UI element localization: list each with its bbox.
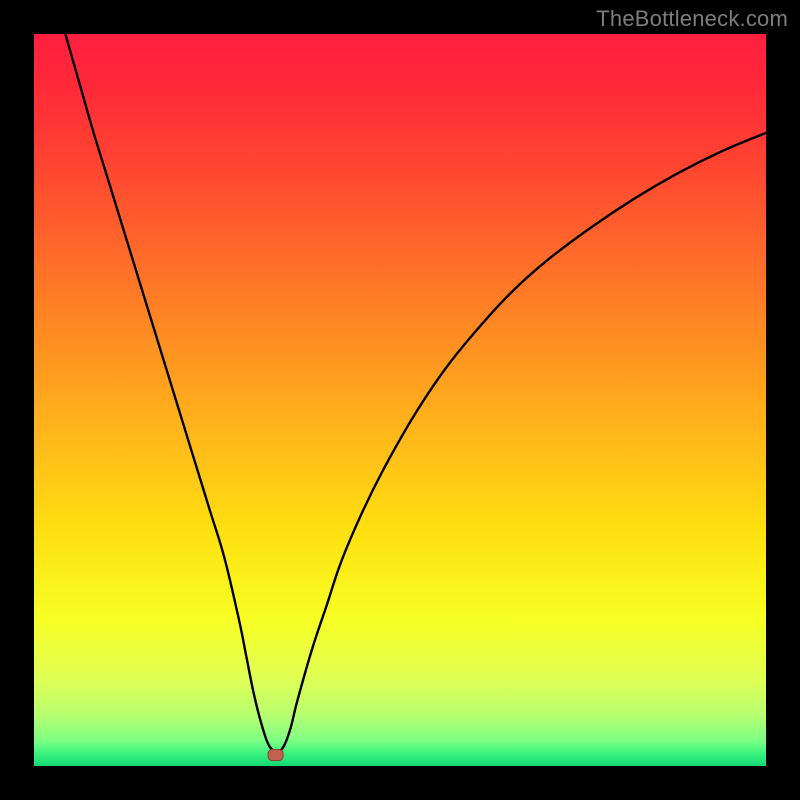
- plot-area: [34, 34, 766, 766]
- chart-svg: [34, 34, 766, 766]
- optimum-marker: [268, 750, 283, 761]
- watermark-text: TheBottleneck.com: [596, 6, 788, 32]
- gradient-background: [34, 34, 766, 766]
- chart-frame: TheBottleneck.com: [0, 0, 800, 800]
